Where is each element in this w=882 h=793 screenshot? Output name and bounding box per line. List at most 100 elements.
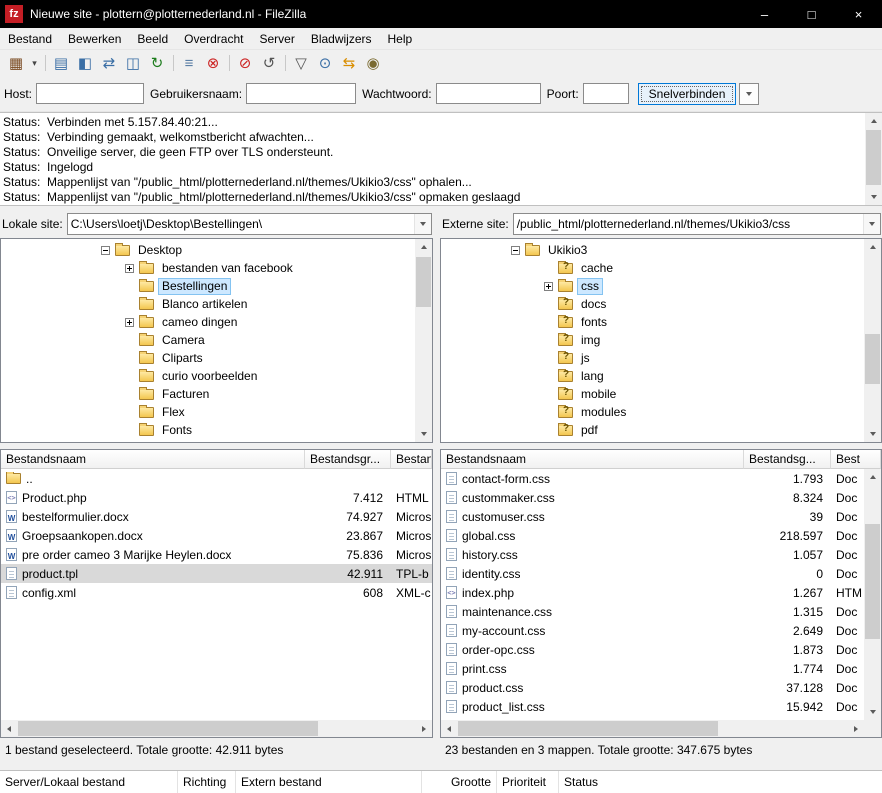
scrollbar-thumb[interactable] xyxy=(458,721,718,736)
tree-item[interactable]: Camera xyxy=(1,331,415,349)
file-row[interactable]: product.tpl 42.911 TPL-b xyxy=(1,564,432,583)
combo-dropdown-button[interactable] xyxy=(863,214,880,234)
column-header-filename[interactable]: Bestandsnaam xyxy=(1,450,305,469)
close-button[interactable]: × xyxy=(835,0,882,28)
site-manager-button[interactable]: ▦ xyxy=(4,52,28,74)
scroll-down-button[interactable] xyxy=(864,426,881,442)
file-row[interactable]: customuser.css 39 Doc xyxy=(441,507,864,526)
port-input[interactable] xyxy=(582,83,629,104)
tree-item[interactable]: Fonts xyxy=(1,421,415,439)
file-row[interactable]: Groepsaankopen.docx 23.867 Micros xyxy=(1,526,432,545)
file-row[interactable]: index.php 1.267 HTM xyxy=(441,583,864,602)
file-row[interactable]: identity.css 0 Doc xyxy=(441,564,864,583)
tree-item[interactable]: css xyxy=(441,277,864,295)
tree-item[interactable]: cache xyxy=(441,259,864,277)
remote-list-hscrollbar[interactable] xyxy=(441,720,864,737)
tree-item[interactable]: js xyxy=(441,349,864,367)
menu-item[interactable]: Help xyxy=(380,28,421,49)
toggle-remote-tree-button[interactable]: ⇄ xyxy=(97,52,121,74)
tree-item[interactable]: bestanden van facebook xyxy=(1,259,415,277)
remote-list-vscrollbar[interactable] xyxy=(864,469,881,720)
column-header-filename[interactable]: Bestandsnaam xyxy=(441,450,744,469)
file-row[interactable]: order-opc.css 1.873 Doc xyxy=(441,640,864,659)
local-path-combobox[interactable]: C:\Users\loetj\Desktop\Bestellingen\ xyxy=(66,213,432,235)
file-row[interactable]: config.xml 608 XML-c xyxy=(1,583,432,602)
process-queue-button[interactable]: ≡ xyxy=(177,52,201,74)
compare-directories-button[interactable]: ⊙ xyxy=(313,52,337,74)
tree-item[interactable]: Facturen xyxy=(1,385,415,403)
local-list-hscrollbar[interactable] xyxy=(1,720,432,737)
queue-column-header[interactable]: Richting xyxy=(178,771,236,793)
local-tree-scrollbar[interactable] xyxy=(415,239,432,442)
toggle-message-log-button[interactable]: ▤ xyxy=(49,52,73,74)
file-row[interactable]: print.css 1.774 Doc xyxy=(441,659,864,678)
toggle-queue-button[interactable]: ◫ xyxy=(121,52,145,74)
tree-expander-toggle[interactable] xyxy=(125,317,134,327)
menu-item[interactable]: Beeld xyxy=(129,28,176,49)
tree-expander-toggle[interactable] xyxy=(125,263,134,273)
file-row[interactable]: Product.php 7.412 HTML xyxy=(1,488,432,507)
filter-button[interactable]: ▽ xyxy=(289,52,313,74)
remote-tree-scrollbar[interactable] xyxy=(864,239,881,442)
tree-item[interactable]: Blanco artikelen xyxy=(1,295,415,313)
queue-column-header[interactable]: Prioriteit xyxy=(497,771,559,793)
toggle-local-tree-button[interactable]: ◧ xyxy=(73,52,97,74)
tree-item[interactable]: fonts xyxy=(441,313,864,331)
scroll-right-button[interactable] xyxy=(848,720,864,737)
scroll-up-button[interactable] xyxy=(865,113,882,129)
password-input[interactable] xyxy=(435,83,541,104)
tree-item[interactable]: Desktop xyxy=(1,241,415,259)
file-row[interactable]: .. xyxy=(1,469,432,488)
tree-item[interactable]: curio voorbeelden xyxy=(1,367,415,385)
combo-dropdown-button[interactable] xyxy=(414,214,431,234)
menu-item[interactable]: Server xyxy=(251,28,302,49)
scroll-left-button[interactable] xyxy=(1,720,17,737)
scrollbar-thumb[interactable] xyxy=(865,334,880,384)
refresh-button[interactable]: ↻ xyxy=(145,52,169,74)
scrollbar-thumb[interactable] xyxy=(18,721,318,736)
queue-column-header[interactable]: Grootte xyxy=(422,771,497,793)
scrollbar-thumb[interactable] xyxy=(865,524,880,639)
tree-item[interactable]: lang xyxy=(441,367,864,385)
menu-item[interactable]: Bewerken xyxy=(60,28,129,49)
queue-column-header[interactable]: Extern bestand xyxy=(236,771,422,793)
tree-item[interactable]: mobile xyxy=(441,385,864,403)
minimize-button[interactable]: – xyxy=(741,0,788,28)
menu-item[interactable]: Bladwijzers xyxy=(303,28,380,49)
remote-path-combobox[interactable]: /public_html/plotternederland.nl/themes/… xyxy=(512,213,881,235)
log-scrollbar[interactable] xyxy=(865,113,882,205)
queue-column-header[interactable]: Status xyxy=(559,771,882,793)
column-header-filetype[interactable]: Bestan xyxy=(391,450,432,469)
cancel-transfer-button[interactable]: ⊗ xyxy=(201,52,225,74)
file-row[interactable]: contact-form.css 1.793 Doc xyxy=(441,469,864,488)
scroll-down-button[interactable] xyxy=(415,426,432,442)
file-row[interactable]: maintenance.css 1.315 Doc xyxy=(441,602,864,621)
tree-item[interactable]: Cliparts xyxy=(1,349,415,367)
tree-expander-toggle[interactable] xyxy=(511,245,520,255)
tree-item[interactable]: Ukikio3 xyxy=(441,241,864,259)
quickconnect-dropdown[interactable] xyxy=(739,82,760,105)
tree-item[interactable]: Bestellingen xyxy=(1,277,415,295)
tree-expander-toggle[interactable] xyxy=(101,245,110,255)
file-row[interactable]: bestelformulier.docx 74.927 Micros xyxy=(1,507,432,526)
scroll-up-button[interactable] xyxy=(864,239,881,255)
tree-expander-toggle[interactable] xyxy=(544,281,553,291)
file-row[interactable]: global.css 218.597 Doc xyxy=(441,526,864,545)
scroll-left-button[interactable] xyxy=(441,720,457,737)
column-header-filesize[interactable]: Bestandsg... xyxy=(744,450,831,469)
file-row[interactable]: custommaker.css 8.324 Doc xyxy=(441,488,864,507)
column-header-filesize[interactable]: Bestandsgr... xyxy=(305,450,391,469)
file-row[interactable]: history.css 1.057 Doc xyxy=(441,545,864,564)
scroll-up-button[interactable] xyxy=(415,239,432,255)
disconnect-button[interactable]: ⊘ xyxy=(233,52,257,74)
tree-item[interactable]: docs xyxy=(441,295,864,313)
tree-item[interactable]: Flex xyxy=(1,403,415,421)
scrollbar-thumb[interactable] xyxy=(866,130,881,185)
tree-item[interactable]: pdf xyxy=(441,421,864,439)
scroll-right-button[interactable] xyxy=(416,720,432,737)
scroll-up-button[interactable] xyxy=(864,469,881,485)
host-input[interactable] xyxy=(36,83,145,104)
synchronized-browsing-button[interactable]: ⇆ xyxy=(337,52,361,74)
file-row[interactable]: product_list.css 15.942 Doc xyxy=(441,697,864,716)
scroll-down-button[interactable] xyxy=(865,189,882,205)
